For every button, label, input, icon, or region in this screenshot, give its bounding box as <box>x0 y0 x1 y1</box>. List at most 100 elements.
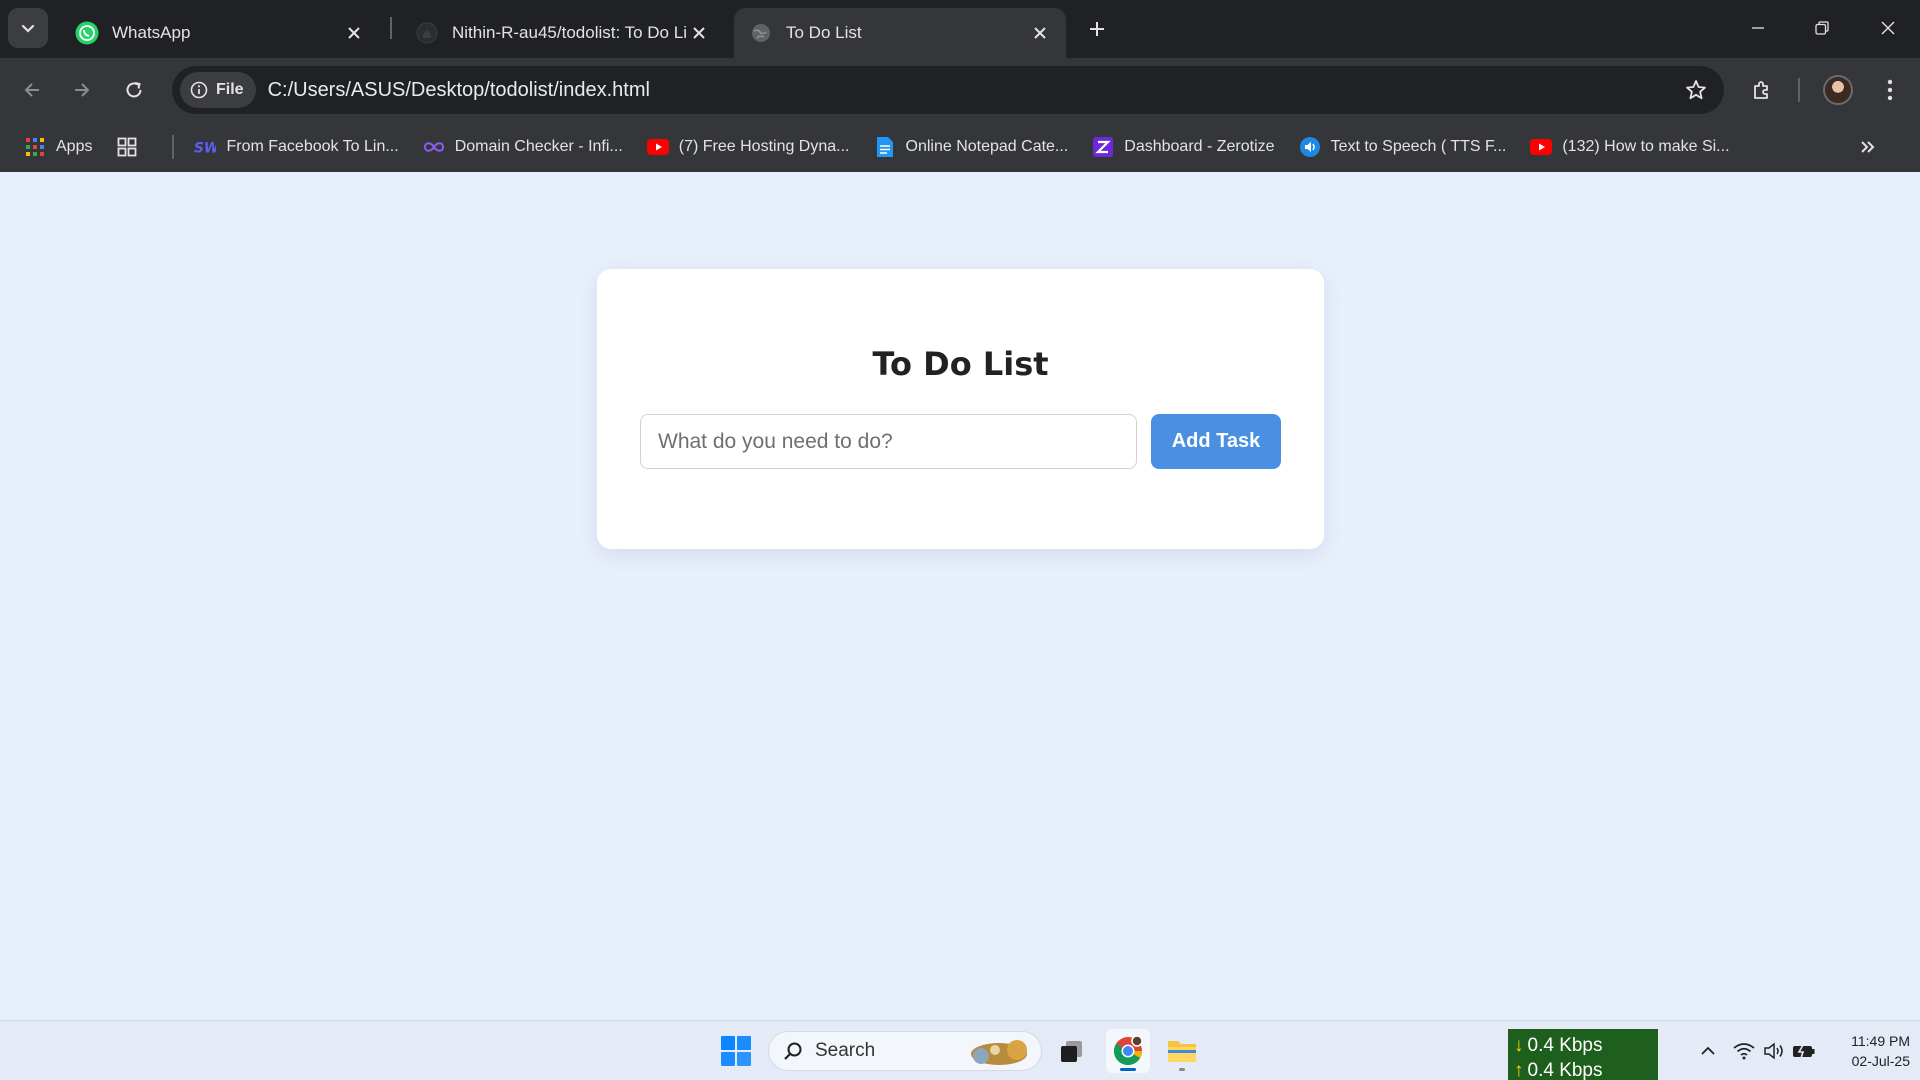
clock-time: 11:49 PM <box>1851 1033 1910 1049</box>
globe-icon <box>748 20 774 46</box>
battery-button[interactable] <box>1790 1037 1818 1065</box>
bookmark-apps[interactable]: Apps <box>24 136 92 158</box>
bookmark-label: Online Notepad Cate... <box>905 138 1069 155</box>
chrome-icon <box>1114 1035 1143 1065</box>
close-icon[interactable] <box>342 21 366 45</box>
task-view-icon <box>1061 1041 1082 1062</box>
sw-logo-icon: SW <box>194 136 216 158</box>
taskbar: Search ↓ 0.4 Kbps ↑ 0.4 Kbps 11:49 PM 02… <box>0 1020 1920 1080</box>
tab-strip: WhatsApp Nithin-R-au45/todolist: To Do L… <box>0 0 1920 58</box>
upload-arrow-icon: ↑ <box>1514 1060 1524 1080</box>
search-highlight-icon <box>971 1040 1027 1065</box>
search-icon <box>783 1041 803 1061</box>
forward-button[interactable] <box>62 70 102 110</box>
running-indicator <box>1179 1068 1185 1071</box>
file-explorer-button[interactable] <box>1160 1029 1204 1073</box>
site-info-label: File <box>216 81 244 98</box>
bookmark-how-to-make[interactable]: (132) How to make Si... <box>1530 136 1730 158</box>
volume-icon <box>1764 1042 1783 1060</box>
youtube-icon <box>1530 136 1553 158</box>
windows-icon <box>721 1036 751 1066</box>
minimize-button[interactable] <box>1738 10 1778 46</box>
url-text[interactable]: C:/Users/ASUS/Desktop/todolist/index.htm… <box>268 79 650 102</box>
tab-to-do-list[interactable]: To Do List <box>734 8 1066 58</box>
star-icon <box>1686 80 1706 100</box>
page-viewport: To Do List Add Task <box>0 172 1920 1020</box>
chrome-taskbar-button[interactable] <box>1106 1029 1150 1073</box>
bookmark-free-hosting[interactable]: (7) Free Hosting Dyna... <box>646 136 850 158</box>
close-window-button[interactable] <box>1868 10 1908 46</box>
reload-icon <box>126 82 142 98</box>
start-button[interactable] <box>720 1035 752 1067</box>
minimize-icon <box>1752 27 1764 29</box>
tab-groups-button[interactable] <box>116 136 148 158</box>
tab-github-todolist[interactable]: Nithin-R-au45/todolist: To Do List <box>400 8 725 58</box>
profile-button[interactable] <box>1818 70 1858 110</box>
infinity-icon <box>423 136 445 158</box>
net-up-value: 0.4 Kbps <box>1527 1060 1603 1080</box>
tab-title: WhatsApp <box>112 23 191 42</box>
bookmark-label: (7) Free Hosting Dyna... <box>678 138 850 155</box>
puzzle-icon <box>1754 81 1768 99</box>
extensions-button[interactable] <box>1742 70 1782 110</box>
more-bookmarks-button[interactable] <box>1856 135 1880 159</box>
chevron-down-icon <box>21 24 35 33</box>
reload-button[interactable] <box>114 70 154 110</box>
plus-icon <box>1090 22 1104 36</box>
close-icon[interactable] <box>1028 21 1052 45</box>
system-clock[interactable]: 11:49 PM 02-Jul-25 <box>1830 1031 1910 1071</box>
restore-icon <box>1815 21 1829 35</box>
battery-charging-icon <box>1793 1044 1815 1059</box>
clock-date: 02-Jul-25 <box>1851 1053 1910 1069</box>
github-icon <box>414 20 440 46</box>
bookmarks-bar: Apps SW From Facebook To Lin... Domain C… <box>0 122 1920 172</box>
volume-button[interactable] <box>1760 1037 1788 1065</box>
tab-search-button[interactable] <box>8 8 48 48</box>
wifi-button[interactable] <box>1730 1037 1758 1065</box>
close-icon <box>1881 21 1895 35</box>
more-vertical-icon <box>1887 79 1893 101</box>
bookmark-star-button[interactable] <box>1682 76 1710 104</box>
menu-button[interactable] <box>1870 70 1910 110</box>
whatsapp-icon <box>74 20 100 46</box>
avatar <box>1823 75 1853 105</box>
network-speed-meter: ↓ 0.4 Kbps ↑ 0.4 Kbps <box>1508 1029 1658 1080</box>
bookmark-label: Apps <box>56 138 93 155</box>
back-button[interactable] <box>12 70 52 110</box>
bookmark-online-notepad[interactable]: Online Notepad Cate... <box>874 136 1069 158</box>
tab-title: Nithin-R-au45/todolist: To Do List <box>452 23 687 42</box>
info-icon <box>190 81 208 99</box>
taskbar-search-label: Search <box>815 1040 876 1061</box>
double-chevron-right-icon <box>1861 141 1875 153</box>
bookmark-label: (132) How to make Si... <box>1562 138 1730 155</box>
site-info-chip[interactable]: File <box>180 72 256 108</box>
grid-icon <box>116 136 138 158</box>
browser-toolbar: File C:/Users/ASUS/Desktop/todolist/inde… <box>0 58 1920 122</box>
tab-title: To Do List <box>786 23 862 42</box>
new-tab-button[interactable] <box>1080 12 1114 46</box>
zerotize-icon <box>1092 136 1114 158</box>
taskbar-search[interactable]: Search <box>768 1031 1042 1071</box>
bookmark-label: Dashboard - Zerotize <box>1124 138 1275 155</box>
add-task-button[interactable]: Add Task <box>1151 414 1281 469</box>
apps-grid-icon <box>24 136 46 158</box>
download-arrow-icon: ↓ <box>1514 1035 1524 1056</box>
bookmark-text-to-speech[interactable]: Text to Speech ( TTS F... <box>1299 136 1507 158</box>
arrow-left-icon <box>24 83 39 97</box>
bookmark-from-facebook[interactable]: SW From Facebook To Lin... <box>194 136 398 158</box>
bookmarks-divider <box>172 135 175 159</box>
show-hidden-icons-button[interactable] <box>1694 1037 1722 1065</box>
bookmark-domain-checker[interactable]: Domain Checker - Infi... <box>423 136 623 158</box>
restore-button[interactable] <box>1802 10 1842 46</box>
bookmark-zerotize[interactable]: Dashboard - Zerotize <box>1092 136 1275 158</box>
task-view-button[interactable] <box>1050 1029 1094 1073</box>
close-icon[interactable] <box>687 21 711 45</box>
active-indicator <box>1120 1068 1136 1071</box>
tab-divider <box>390 17 392 39</box>
bookmark-label: Text to Speech ( TTS F... <box>1330 138 1507 155</box>
task-input[interactable] <box>640 414 1137 469</box>
tab-whatsapp[interactable]: WhatsApp <box>60 8 380 58</box>
bookmark-label: From Facebook To Lin... <box>226 138 399 155</box>
address-bar[interactable]: File C:/Users/ASUS/Desktop/todolist/inde… <box>172 66 1724 114</box>
chevron-up-icon <box>1701 1046 1715 1055</box>
